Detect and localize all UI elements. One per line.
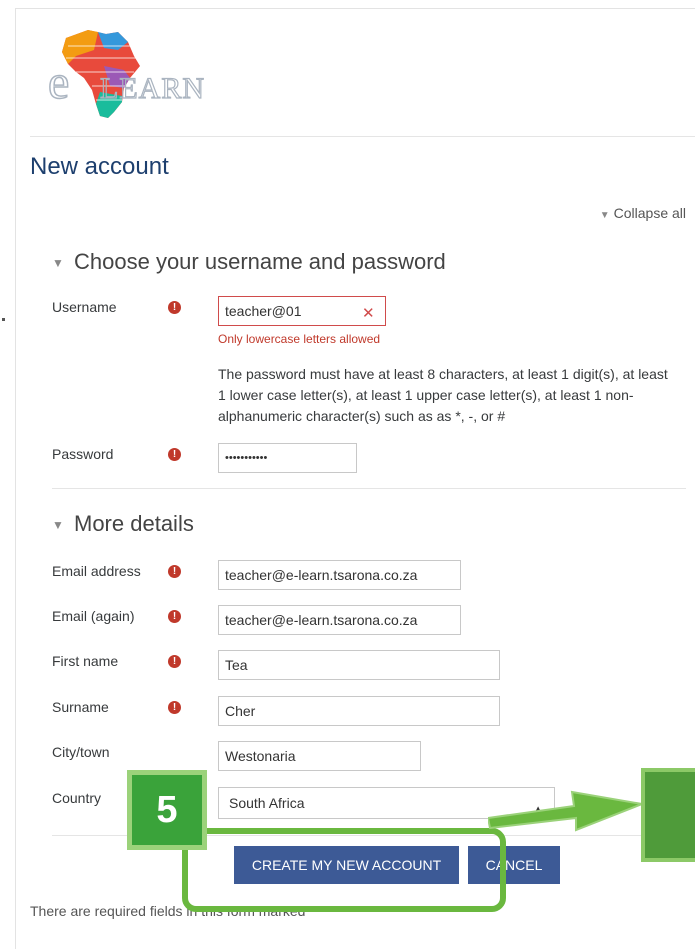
email-label: Email address xyxy=(52,563,141,579)
caret-down-icon: ▼ xyxy=(52,518,64,533)
required-icon: ! xyxy=(168,655,181,668)
first-name-input[interactable]: Tea xyxy=(218,650,500,680)
country-selected: South Africa xyxy=(229,795,305,811)
page-title: New account xyxy=(30,153,169,180)
x-icon: ✕ xyxy=(362,305,375,322)
password-policy-help: The password must have at least 8 charac… xyxy=(218,366,668,424)
email-input[interactable]: teacher@e-learn.tsarona.co.za xyxy=(218,560,461,590)
step-badge: 5 xyxy=(127,770,207,850)
required-icon: ! xyxy=(168,301,181,314)
section-details-title: More details xyxy=(74,511,194,536)
section-details-header[interactable]: ▼ More details xyxy=(52,511,194,537)
caret-down-icon: ▼ xyxy=(52,256,64,271)
password-label: Password xyxy=(52,446,114,462)
logo-wordmark: LEARN xyxy=(100,72,205,105)
username-input[interactable]: teacher@01 xyxy=(218,296,386,326)
city-input[interactable]: Westonaria xyxy=(218,741,421,771)
logo-e-letter: e xyxy=(48,56,69,109)
elearn-logo: e LEARN xyxy=(47,26,248,122)
username-label: Username xyxy=(52,299,117,315)
outer-marker xyxy=(2,318,5,321)
header-divider xyxy=(30,136,695,137)
surname-label: Surname xyxy=(52,699,109,715)
collapse-all-label: Collapse all xyxy=(613,205,686,221)
email-again-input[interactable]: teacher@e-learn.tsarona.co.za xyxy=(218,605,461,635)
collapse-all-link[interactable]: ▼ Collapse all xyxy=(600,205,686,221)
password-input[interactable]: ••••••••••• xyxy=(218,443,357,473)
email-again-label: Email (again) xyxy=(52,608,135,624)
section-credentials-title: Choose your username and password xyxy=(74,249,446,274)
username-error: Only lowercase letters allowed xyxy=(218,332,381,346)
required-icon: ! xyxy=(168,610,181,623)
highlight-ring xyxy=(182,828,506,912)
caret-down-icon: ▼ xyxy=(599,210,610,221)
required-icon: ! xyxy=(168,448,181,461)
annotation-target-box xyxy=(641,768,695,862)
section-divider xyxy=(52,488,686,489)
required-icon: ! xyxy=(168,565,181,578)
surname-input[interactable]: Cher xyxy=(218,696,500,726)
city-label: City/town xyxy=(52,744,110,760)
first-name-label: First name xyxy=(52,653,119,669)
country-label: Country xyxy=(52,790,102,806)
section-credentials-header[interactable]: ▼ Choose your username and password xyxy=(52,249,446,275)
required-icon: ! xyxy=(168,701,181,714)
pointer-arrow-icon xyxy=(488,790,646,832)
